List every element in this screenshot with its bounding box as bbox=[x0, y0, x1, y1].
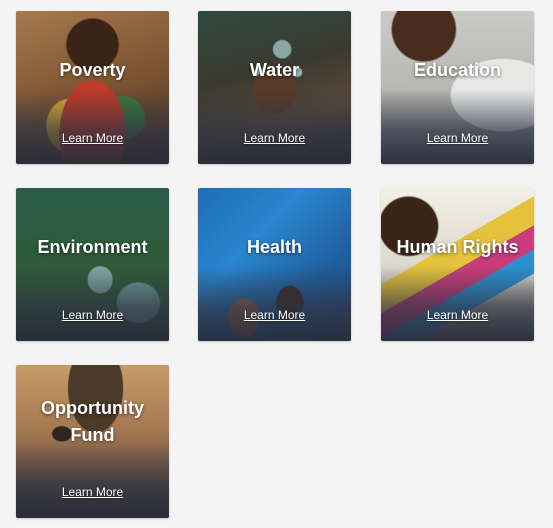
tile-title: Opportunity Fund bbox=[41, 398, 144, 445]
learn-more-link[interactable]: Learn More bbox=[16, 485, 169, 499]
tile-human-rights[interactable]: Human Rights Learn More bbox=[381, 188, 534, 341]
tile-overlay bbox=[16, 89, 169, 164]
learn-more-link[interactable]: Learn More bbox=[381, 308, 534, 322]
learn-more-link[interactable]: Learn More bbox=[198, 308, 351, 322]
tile-title: Environment bbox=[37, 237, 148, 257]
tile-title: Poverty bbox=[59, 60, 126, 80]
tile-opportunity-fund[interactable]: Opportunity Fund Learn More bbox=[16, 365, 169, 518]
tile-overlay bbox=[16, 266, 169, 341]
learn-more-link[interactable]: Learn More bbox=[381, 131, 534, 145]
tile-water[interactable]: Water Learn More bbox=[198, 11, 351, 164]
tile-overlay bbox=[16, 443, 169, 518]
tile-title: Health bbox=[246, 237, 302, 257]
tile-education[interactable]: Education Learn More bbox=[381, 11, 534, 164]
tile-title: Human Rights bbox=[396, 237, 519, 257]
tile-overlay bbox=[381, 266, 534, 341]
learn-more-link[interactable]: Learn More bbox=[16, 131, 169, 145]
tile-overlay bbox=[198, 266, 351, 341]
learn-more-link[interactable]: Learn More bbox=[16, 308, 169, 322]
cause-tile-grid: Poverty Learn More Water Learn More Educ… bbox=[0, 0, 553, 528]
tile-overlay bbox=[198, 89, 351, 164]
tile-health[interactable]: Health Learn More bbox=[198, 188, 351, 341]
tile-overlay bbox=[381, 89, 534, 164]
tile-environment[interactable]: Environment Learn More bbox=[16, 188, 169, 341]
tile-title: Water bbox=[249, 60, 300, 80]
learn-more-link[interactable]: Learn More bbox=[198, 131, 351, 145]
tile-title: Education bbox=[413, 60, 501, 80]
tile-poverty[interactable]: Poverty Learn More bbox=[16, 11, 169, 164]
